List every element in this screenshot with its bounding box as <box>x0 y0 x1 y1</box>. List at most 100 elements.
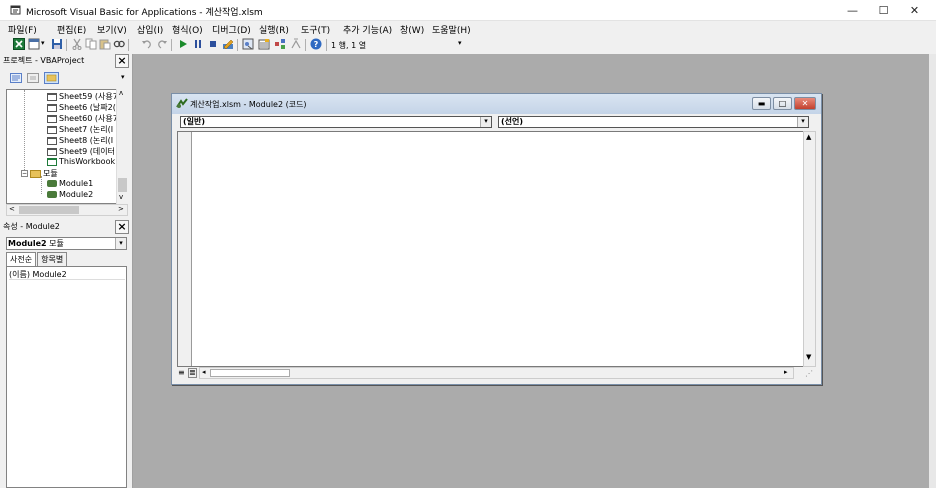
project-pane-close-icon[interactable]: × <box>115 54 129 68</box>
code-close-button[interactable]: ✕ <box>794 97 816 110</box>
standard-toolbar: ▾ ? 1 행, 1 열 ▾ <box>0 36 470 54</box>
break-icon[interactable] <box>192 38 204 50</box>
toolbar-overflow-icon[interactable]: ▾ <box>458 39 462 47</box>
scroll-down-icon[interactable]: v <box>119 193 123 201</box>
sheet-icon <box>47 103 57 112</box>
resize-grip-icon[interactable]: ⋰ <box>805 369 813 378</box>
menu-view[interactable]: 보기(V) <box>97 23 127 36</box>
property-value[interactable]: Module2 <box>33 270 67 279</box>
paste-icon[interactable] <box>99 38 111 50</box>
property-row[interactable]: (이름) Module2 <box>9 269 125 280</box>
insert-module-icon[interactable] <box>28 38 40 50</box>
menu-format[interactable]: 형식(O) <box>172 23 203 36</box>
tree-item-module2[interactable]: Module2 <box>47 190 93 199</box>
menu-insert[interactable]: 삽입(I) <box>137 23 163 36</box>
object-browser-icon[interactable] <box>274 38 286 50</box>
procedure-view-icon[interactable]: ≡ <box>178 368 185 377</box>
toolbar-separator <box>66 39 67 51</box>
code-bottom-bar: ≡ ≣ ◂ ▸ ⋰ <box>177 367 816 380</box>
code-minimize-button[interactable]: ▬ <box>752 97 771 110</box>
view-code-icon[interactable] <box>10 73 22 83</box>
object-combo[interactable]: (일반) ▾ <box>180 116 492 128</box>
find-icon[interactable] <box>113 38 125 50</box>
scroll-left-icon[interactable]: < <box>9 205 15 213</box>
workbook-icon <box>47 157 57 166</box>
tab-alphabetic[interactable]: 사전순 <box>6 252 37 266</box>
close-button[interactable]: ✕ <box>898 0 931 21</box>
code-hscrollbar[interactable]: ◂ ▸ <box>199 367 794 379</box>
scroll-thumb[interactable] <box>19 206 79 214</box>
properties-icon[interactable] <box>258 38 270 50</box>
project-pane-toolbar: ▾ <box>6 70 128 87</box>
toolbar-separator <box>326 39 327 51</box>
scroll-up-icon[interactable]: ▲ <box>806 133 811 141</box>
collapse-icon[interactable]: − <box>21 170 28 177</box>
scroll-left-icon[interactable]: ◂ <box>202 368 206 376</box>
properties-pane-close-icon[interactable]: × <box>115 220 129 234</box>
code-margin-indicator-bar[interactable] <box>178 132 192 366</box>
save-icon[interactable] <box>51 38 63 50</box>
tree-item-modules-folder[interactable]: − 모듈 <box>21 168 58 179</box>
sheet-icon <box>47 136 57 145</box>
redo-icon[interactable] <box>156 38 168 50</box>
tree-item-sheet6[interactable]: Sheet6 (날짜2( <box>47 102 116 113</box>
maximize-button[interactable]: ☐ <box>867 0 900 21</box>
run-icon[interactable] <box>177 38 189 50</box>
toolbox-icon[interactable] <box>290 38 302 50</box>
toggle-folders-icon[interactable] <box>44 72 59 84</box>
copy-icon[interactable] <box>85 38 97 50</box>
tree-item-sheet60[interactable]: Sheet60 (사용7 <box>47 113 118 124</box>
project-tree-hscrollbar[interactable]: < > <box>6 204 128 216</box>
menu-file[interactable]: 파일(F) <box>8 23 37 36</box>
chevron-down-icon[interactable]: ▾ <box>480 117 491 127</box>
chevron-down-icon[interactable]: ▾ <box>797 117 808 127</box>
undo-icon[interactable] <box>141 38 153 50</box>
code-editor[interactable] <box>177 131 808 367</box>
tree-item-module1[interactable]: Module1 <box>47 179 93 188</box>
project-explorer-icon[interactable] <box>242 38 254 50</box>
reset-icon[interactable] <box>207 38 219 50</box>
scroll-up-icon[interactable]: ʌ <box>119 89 123 97</box>
tree-item-sheet7[interactable]: Sheet7 (논리(I <box>47 124 113 135</box>
design-mode-icon[interactable] <box>222 38 234 50</box>
scroll-right-icon[interactable]: > <box>118 205 124 213</box>
scroll-right-icon[interactable]: ▸ <box>784 368 788 376</box>
pane-toolbar-overflow-icon[interactable]: ▾ <box>121 73 125 81</box>
view-object-icon[interactable] <box>27 73 39 83</box>
code-maximize-button[interactable]: □ <box>773 97 792 110</box>
scroll-thumb[interactable] <box>210 369 290 377</box>
svg-text:?: ? <box>314 40 319 49</box>
chevron-down-icon[interactable]: ▾ <box>115 238 126 249</box>
menu-debug[interactable]: 디버그(D) <box>212 23 251 36</box>
tree-item-sheet8[interactable]: Sheet8 (논리(I <box>47 135 113 146</box>
tree-item-thisworkbook[interactable]: ThisWorkbook <box>47 157 115 166</box>
menu-edit[interactable]: 편집(E) <box>57 23 86 36</box>
tab-categorized[interactable]: 항목별 <box>37 252 68 266</box>
minimize-button[interactable]: — <box>836 0 869 21</box>
tree-item-sheet9[interactable]: Sheet9 (데이터 <box>47 146 115 157</box>
sheet-icon <box>47 92 57 101</box>
code-window-titlebar: 계산작업.xlsm - Module2 (코드) ▬ □ ✕ <box>172 94 821 114</box>
menu-run[interactable]: 실행(R) <box>259 23 289 36</box>
menu-help[interactable]: 도움말(H) <box>432 23 471 36</box>
properties-object-select[interactable]: Module2 모듈 ▾ <box>6 237 127 250</box>
full-module-view-icon[interactable]: ≣ <box>188 368 197 378</box>
scroll-down-icon[interactable]: ▼ <box>806 353 811 361</box>
menu-addins[interactable]: 추가 기능(A) <box>343 23 392 36</box>
dropdown-arrow-icon[interactable]: ▾ <box>41 39 45 47</box>
project-pane-header: 프로젝트 - VBAProject × <box>0 54 131 68</box>
help-icon[interactable]: ? <box>310 38 322 50</box>
project-pane-title: 프로젝트 - VBAProject <box>3 56 85 65</box>
menu-window[interactable]: 창(W) <box>400 23 424 36</box>
excel-icon[interactable] <box>13 38 25 50</box>
procedure-combo[interactable]: (선언) ▾ <box>498 116 809 128</box>
code-vscrollbar[interactable]: ▲ ▼ <box>803 131 816 367</box>
project-tree[interactable]: Sheet59 (사용7 Sheet6 (날짜2( Sheet60 (사용7 S… <box>6 89 128 204</box>
project-tree-vscrollbar[interactable]: ʌ v <box>116 89 128 204</box>
tree-item-sheet59[interactable]: Sheet59 (사용7 <box>47 91 118 102</box>
vba-app-icon <box>10 5 21 15</box>
scroll-thumb[interactable] <box>118 178 127 192</box>
properties-grid: (이름) Module2 <box>6 266 127 488</box>
menu-tools[interactable]: 도구(T) <box>301 23 330 36</box>
cut-icon[interactable] <box>71 38 83 50</box>
